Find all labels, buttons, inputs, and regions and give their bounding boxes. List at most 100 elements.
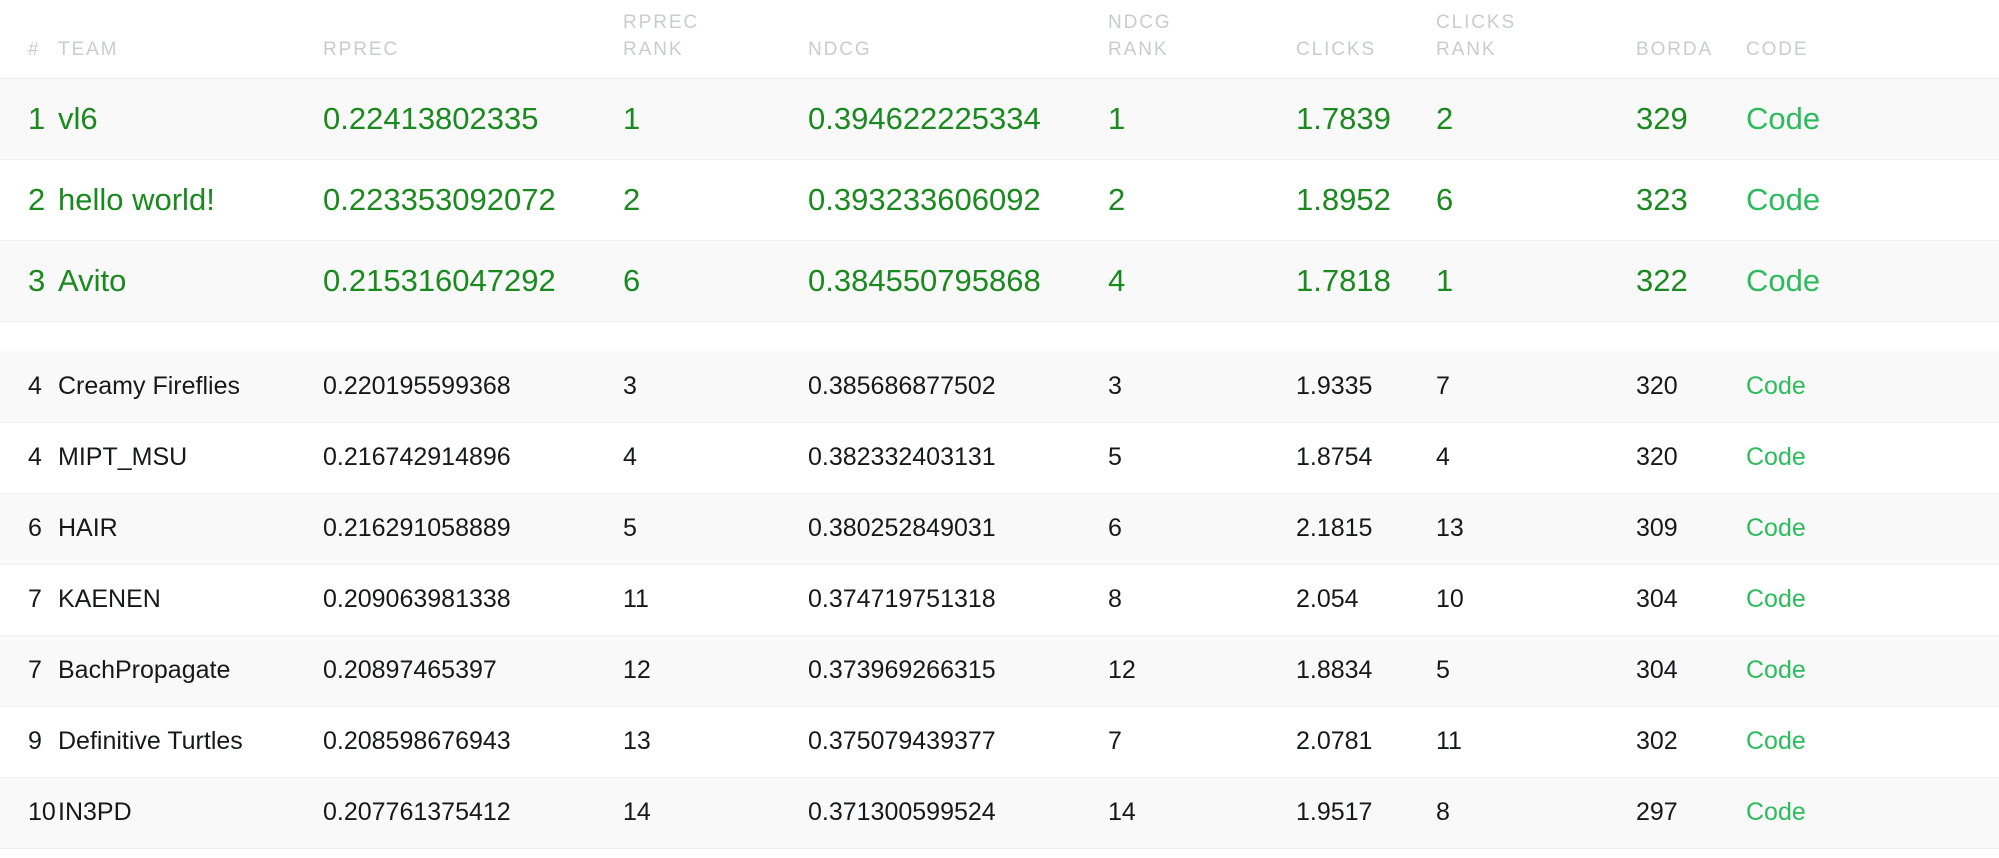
- cell-rprec: 0.209063981338: [323, 564, 623, 636]
- cell-borda: 302: [1636, 706, 1746, 778]
- cell-ndcg_rank-text: 7: [1108, 727, 1122, 755]
- cell-ndcg: 0.382332403131: [808, 422, 1108, 494]
- cell-code[interactable]: Code: [1746, 777, 1999, 849]
- code-link[interactable]: Code: [1746, 585, 1806, 613]
- cell-rprec-text: 0.220195599368: [323, 371, 511, 400]
- cell-code[interactable]: Code: [1746, 635, 1999, 707]
- cell-rprec: 0.216742914896: [323, 422, 623, 494]
- code-link[interactable]: Code: [1746, 443, 1806, 471]
- cell-team-text: Definitive Turtles: [58, 727, 243, 755]
- table-row[interactable]: 7 BachPropagate 0.20897465397 12 0.373969266…: [0, 635, 1999, 707]
- cell-rprec_rank-text: 2: [623, 181, 641, 217]
- cell-code[interactable]: Code: [1746, 78, 1999, 160]
- code-link[interactable]: Code: [1746, 182, 1820, 217]
- cell-team: HAIR: [58, 493, 323, 565]
- cell-code[interactable]: Code: [1746, 706, 1999, 778]
- cell-ndcg: 0.380252849031: [808, 493, 1108, 565]
- cell-rprec_rank-text: 6: [623, 262, 641, 298]
- cell-clicks_rank: 13: [1436, 493, 1636, 565]
- cell-ndcg: 0.394622225334: [808, 78, 1108, 160]
- cell-clicks: 1.7839: [1296, 78, 1436, 160]
- code-link[interactable]: Code: [1746, 727, 1806, 755]
- cell-rank: 1: [0, 78, 58, 160]
- table-row[interactable]: 7 KAENEN 0.209063981338 11 0.374719751318 8 2.…: [0, 564, 1999, 636]
- table-row[interactable]: 2 hello world! 0.223353092072 2 0.3932336060…: [0, 159, 1999, 241]
- column-header-clicks-rank[interactable]: CLICKS RANK: [1436, 0, 1636, 79]
- cell-code[interactable]: Code: [1746, 159, 1999, 241]
- cell-code[interactable]: Code: [1746, 493, 1999, 565]
- cell-rank: 4: [0, 422, 58, 494]
- cell-borda-text: 320: [1636, 443, 1678, 471]
- code-link[interactable]: Code: [1746, 372, 1806, 400]
- column-header-team[interactable]: TEAM: [58, 0, 323, 79]
- column-header-rprec[interactable]: RPREC: [323, 0, 623, 79]
- table-row[interactable]: 9 Definitive Turtles 0.208598676943 13 0.375…: [0, 706, 1999, 778]
- column-header-rprec-rank[interactable]: RPREC RANK: [623, 0, 808, 79]
- cell-rprec: 0.208598676943: [323, 706, 623, 778]
- cell-clicks-text: 1.9335: [1296, 371, 1373, 400]
- column-header-borda[interactable]: BORDA: [1636, 0, 1746, 79]
- code-link[interactable]: Code: [1746, 263, 1820, 298]
- cell-borda: 304: [1636, 564, 1746, 636]
- cell-rprec: 0.216291058889: [323, 493, 623, 565]
- cell-rank: 4: [0, 351, 58, 423]
- code-link[interactable]: Code: [1746, 798, 1806, 826]
- cell-code[interactable]: Code: [1746, 422, 1999, 494]
- cell-clicks_rank-text: 13: [1436, 514, 1464, 542]
- code-link[interactable]: Code: [1746, 101, 1820, 136]
- cell-rprec_rank-text: 13: [623, 727, 651, 755]
- cell-borda-text: 309: [1636, 514, 1678, 542]
- table-header-row: # TEAM RPREC RPREC RANK NDCG NDCG RANK C…: [0, 0, 1999, 79]
- cell-clicks_rank-text: 6: [1436, 181, 1454, 217]
- cell-ndcg: 0.385686877502: [808, 351, 1108, 423]
- cell-ndcg_rank: 7: [1108, 706, 1296, 778]
- cell-clicks: 1.9335: [1296, 351, 1436, 423]
- cell-rprec_rank: 1: [623, 78, 808, 160]
- cell-ndcg_rank-text: 1: [1108, 100, 1126, 136]
- cell-borda-text: 320: [1636, 371, 1678, 400]
- table-row[interactable]: 4 MIPT_MSU 0.216742914896 4 0.382332403131 5 1…: [0, 422, 1999, 494]
- cell-clicks: 1.9517: [1296, 777, 1436, 849]
- table-row[interactable]: 1 vl6 0.22413802335 1 0.394622225334 1 1.7839 2…: [0, 78, 1999, 160]
- cell-rprec: 0.215316047292: [323, 240, 623, 322]
- code-link[interactable]: Code: [1746, 514, 1806, 542]
- cell-clicks: 1.8952: [1296, 159, 1436, 241]
- column-header-code[interactable]: CODE: [1746, 0, 1999, 79]
- cell-ndcg-text: 0.374719751318: [808, 585, 996, 613]
- cell-team: Definitive Turtles: [58, 706, 323, 778]
- cell-rprec-text: 0.20897465397: [323, 656, 497, 684]
- cell-clicks_rank: 5: [1436, 635, 1636, 707]
- cell-rank: 6: [0, 493, 58, 565]
- cell-ndcg: 0.384550795868: [808, 240, 1108, 322]
- code-link[interactable]: Code: [1746, 656, 1806, 684]
- cell-rprec_rank: 14: [623, 777, 808, 849]
- cell-borda: 297: [1636, 777, 1746, 849]
- table-row[interactable]: 3 Avito 0.215316047292 6 0.384550795868 4 1.78…: [0, 240, 1999, 322]
- cell-ndcg_rank: 8: [1108, 564, 1296, 636]
- table-row[interactable]: 10 IN3PD 0.207761375412 14 0.371300599524 14 1…: [0, 777, 1999, 849]
- cell-code[interactable]: Code: [1746, 564, 1999, 636]
- cell-ndcg-text: 0.394622225334: [808, 100, 1041, 136]
- column-header-ndcg-rank[interactable]: NDCG RANK: [1108, 0, 1296, 79]
- column-header-rank[interactable]: #: [0, 0, 58, 79]
- cell-rank-text: 1: [28, 100, 46, 136]
- cell-borda-text: 304: [1636, 585, 1678, 613]
- table-row[interactable]: 4 Creamy Fireflies 0.220195599368 3 0.385686…: [0, 351, 1999, 423]
- cell-ndcg_rank-text: 4: [1108, 262, 1126, 298]
- cell-borda-text: 302: [1636, 727, 1678, 755]
- cell-team-text: KAENEN: [58, 585, 161, 613]
- column-header-ndcg[interactable]: NDCG: [808, 0, 1108, 79]
- column-header-clicks[interactable]: CLICKS: [1296, 0, 1436, 79]
- cell-rank-text: 3: [28, 262, 46, 298]
- cell-code[interactable]: Code: [1746, 351, 1999, 423]
- cell-team-text: MIPT_MSU: [58, 443, 188, 471]
- cell-ndcg: 0.373969266315: [808, 635, 1108, 707]
- cell-team: Avito: [58, 240, 323, 322]
- cell-ndcg-text: 0.371300599524: [808, 798, 996, 826]
- table-row[interactable]: 6 HAIR 0.216291058889 5 0.380252849031 6 2.181…: [0, 493, 1999, 565]
- cell-rprec: 0.223353092072: [323, 159, 623, 241]
- cell-clicks-text: 1.7818: [1296, 262, 1391, 298]
- cell-code[interactable]: Code: [1746, 240, 1999, 322]
- separator-cell: [0, 321, 1999, 351]
- cell-rprec: 0.207761375412: [323, 777, 623, 849]
